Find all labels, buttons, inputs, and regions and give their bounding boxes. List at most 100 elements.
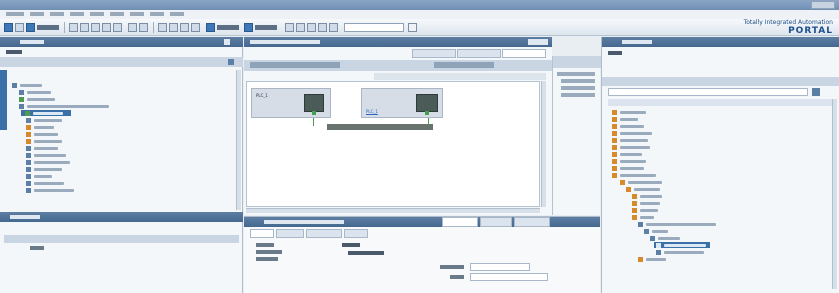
tree-item[interactable] [9,138,209,144]
tree-item[interactable] [9,103,209,109]
go-online-label[interactable] [217,25,239,30]
inspector-field-input[interactable] [470,263,530,271]
pin-icon[interactable] [224,39,230,45]
network-canvas[interactable]: PLC_1 PLC_1 [246,81,540,207]
split-editor-icon[interactable] [329,23,338,32]
project-tree-scrollbar[interactable] [236,70,241,210]
menu-item-options[interactable] [110,12,124,16]
menu-item-help[interactable] [170,12,184,16]
catalog-item[interactable] [608,172,728,178]
tab-general[interactable] [250,229,274,238]
io-device-module[interactable] [416,94,438,112]
inspector-nav-item[interactable] [256,250,282,254]
catalog-item[interactable] [608,228,768,234]
catalog-item[interactable] [608,235,768,241]
editor-window-controls[interactable] [528,39,548,45]
catalog-item[interactable] [608,123,728,129]
catalog-item[interactable] [608,221,768,227]
paste-icon[interactable] [102,23,111,32]
tree-view-icon[interactable] [228,59,234,65]
search-icon[interactable] [408,23,417,32]
catalog-item[interactable] [608,165,728,171]
menu-item-project[interactable] [6,12,24,16]
redo-icon[interactable] [139,23,148,32]
go-offline-label[interactable] [255,25,277,30]
profinet-network-line[interactable] [327,124,433,130]
tab-topology-view[interactable] [412,49,456,58]
go-online-icon[interactable] [206,23,215,32]
tab-io-tags[interactable] [276,229,304,238]
catalog-item[interactable] [608,151,728,157]
tree-item[interactable] [9,180,209,186]
catalog-item[interactable] [608,109,728,115]
save-project-label[interactable] [37,25,59,30]
accessible-devices-icon[interactable] [285,23,294,32]
go-offline-icon[interactable] [244,23,253,32]
menu-item-insert[interactable] [70,12,84,16]
tree-item[interactable] [9,89,209,95]
catalog-item[interactable] [608,130,728,136]
tree-item[interactable] [9,124,209,130]
catalog-filter-row[interactable] [608,99,832,106]
profinet-port-icon[interactable] [425,111,429,115]
catalog-item[interactable] [608,137,728,143]
catalog-item[interactable] [608,144,728,150]
inspector-nav-item[interactable] [256,257,278,261]
catalog-item[interactable] [608,256,768,262]
inspector-field-input[interactable] [470,273,548,281]
devices-tab-label[interactable] [6,50,22,54]
tree-item[interactable] [9,145,209,151]
profinet-port-icon[interactable] [312,111,316,115]
menu-bar[interactable] [0,10,839,19]
tab-network-view[interactable] [457,49,501,58]
start-cpu-icon[interactable] [296,23,305,32]
catalog-item-selected[interactable] [654,242,710,248]
canvas-scrollbar-v[interactable] [541,81,546,207]
download-icon[interactable] [169,23,178,32]
catalog-item[interactable] [608,186,728,192]
window-controls[interactable] [811,1,835,9]
tree-item[interactable] [9,152,209,158]
menu-item-view[interactable] [50,12,64,16]
tree-item[interactable] [9,96,209,102]
catalog-item[interactable] [608,116,728,122]
network-data-row[interactable] [557,72,595,76]
tab-system-constants[interactable] [306,229,342,238]
menu-item-online[interactable] [90,12,104,16]
tab-diagnostics[interactable] [514,217,550,227]
catalog-scrollbar[interactable] [832,99,837,289]
new-project-icon[interactable] [4,23,13,32]
catalog-item[interactable] [608,214,728,220]
tab-properties[interactable] [442,217,478,227]
tree-item-selected[interactable] [21,110,71,116]
catalog-search-input[interactable] [608,88,808,96]
tree-item[interactable] [9,166,209,172]
search-icon[interactable] [812,88,820,96]
simulation-icon[interactable] [191,23,200,32]
plc-device-card[interactable]: PLC_1 [251,88,331,118]
menu-item-tools[interactable] [130,12,144,16]
compile-icon[interactable] [158,23,167,32]
tree-item[interactable] [9,131,209,137]
catalog-item[interactable] [608,158,728,164]
side-tab-strip[interactable] [0,70,7,130]
io-device-link[interactable]: PLC_1 [366,109,378,114]
catalog-item[interactable] [608,207,728,213]
inspector-nav-item[interactable] [256,243,274,247]
save-project-icon[interactable] [26,23,35,32]
menu-item-edit[interactable] [30,12,44,16]
copy-icon[interactable] [91,23,100,32]
catalog-item[interactable] [608,179,728,185]
catalog-item[interactable] [608,249,768,255]
tree-item[interactable] [9,117,209,123]
network-data-row[interactable] [561,79,595,83]
project-search-input[interactable] [344,23,404,32]
catalog-item[interactable] [608,200,728,206]
tab-texts[interactable] [344,229,368,238]
canvas-scrollbar-h[interactable] [246,208,540,213]
tree-item[interactable] [9,173,209,179]
tree-item[interactable] [9,159,209,165]
network-data-row[interactable] [561,86,595,90]
tree-item[interactable] [9,187,209,193]
undo-icon[interactable] [128,23,137,32]
